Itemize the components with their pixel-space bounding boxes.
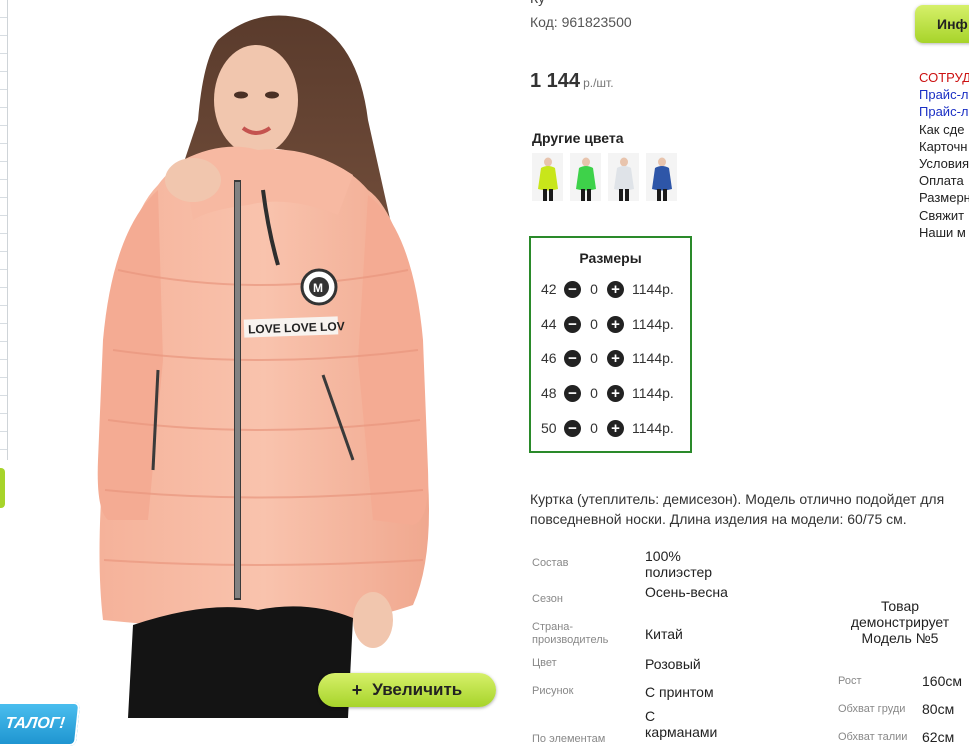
product-photo[interactable]: LOVE LOVE LOV M + Увеличить <box>8 0 500 718</box>
model-title: Товар демонстрирует Модель №5 <box>850 598 950 646</box>
right-link-item[interactable]: Как сде <box>919 121 969 138</box>
size-price: 1144р. <box>632 420 674 436</box>
model-param-value: 62см <box>922 729 955 745</box>
sizes-title: Размеры <box>579 250 642 266</box>
jacket-thumbnail-icon <box>537 157 558 201</box>
info-button[interactable]: Инф <box>915 5 969 43</box>
size-price: 1144р. <box>632 316 674 332</box>
color-swatch-lime-jacket[interactable] <box>532 153 563 201</box>
jacket-thumbnail-icon <box>613 157 634 201</box>
right-link-item[interactable]: СОТРУД <box>919 69 969 86</box>
size-quantity: 0 <box>590 420 598 436</box>
catalog-badge[interactable]: ТАЛОГ! <box>0 702 81 746</box>
sizes-panel: Размеры 42 − 0 + 1144р. 44 − 0 + 1144р. … <box>529 236 692 453</box>
property-label: Рисунок <box>532 685 574 697</box>
left-panel-edge <box>0 0 8 460</box>
plus-circle-icon[interactable]: + <box>607 280 624 298</box>
property-value: Осень-весна <box>645 584 728 600</box>
size-row: 46 − 0 + 1144р. <box>541 348 674 368</box>
plus-circle-icon[interactable]: + <box>607 384 624 402</box>
minus-circle-icon[interactable]: − <box>564 384 581 402</box>
model-param-value: 80см <box>922 701 955 717</box>
plus-circle-icon[interactable]: + <box>607 419 624 437</box>
size-number: 46 <box>541 350 557 366</box>
size-price: 1144р. <box>632 350 674 366</box>
right-link-item[interactable]: Наши м <box>919 224 969 241</box>
property-label: Сезон <box>532 593 563 605</box>
color-swatches <box>532 153 677 201</box>
model-param-value: 160см <box>922 673 962 689</box>
property-label: Состав <box>532 557 569 569</box>
size-quantity: 0 <box>590 316 598 332</box>
size-row: 50 − 0 + 1144р. <box>541 418 674 438</box>
property-value: Розовый <box>645 656 701 672</box>
model-param-label: Рост <box>838 675 862 687</box>
jacket-thumbnail-icon <box>651 157 672 201</box>
zoom-button[interactable]: + Увеличить <box>318 673 496 707</box>
color-swatch-white-jacket[interactable] <box>608 153 639 201</box>
size-number: 48 <box>541 385 557 401</box>
plus-circle-icon[interactable]: + <box>607 349 624 367</box>
right-link-item[interactable]: Карточн <box>919 138 969 155</box>
product-photo-illustration: LOVE LOVE LOV M <box>97 15 429 718</box>
model-param-label: Обхват груди <box>838 703 906 715</box>
left-side-tab[interactable] <box>0 468 5 508</box>
property-label: Страна-производитель <box>532 621 609 646</box>
plus-icon: + <box>351 679 363 700</box>
price-unit: р./шт. <box>583 76 614 90</box>
size-row: 42 − 0 + 1144р. <box>541 279 674 299</box>
minus-circle-icon[interactable]: − <box>564 315 581 333</box>
property-label: По элементам <box>532 733 606 745</box>
property-value: 100% полиэстер <box>645 548 713 580</box>
right-link-item[interactable]: Размерн <box>919 189 969 206</box>
color-swatch-green-jacket[interactable] <box>570 153 601 201</box>
minus-circle-icon[interactable]: − <box>564 419 581 437</box>
svg-text:M: M <box>313 281 323 295</box>
zoom-button-label: Увеличить <box>372 680 463 699</box>
size-price: 1144р. <box>632 385 674 401</box>
right-link-item[interactable]: Прайс-л <box>919 86 969 103</box>
color-swatch-blue-jacket[interactable] <box>646 153 677 201</box>
size-number: 42 <box>541 281 557 297</box>
product-title-fragment: Ку <box>530 0 545 6</box>
property-value: С карманами <box>645 708 718 740</box>
product-description: Куртка (утеплитель: демисезон). Модель о… <box>530 491 945 527</box>
jacket-thumbnail-icon <box>575 157 596 201</box>
right-link-item[interactable]: Прайс-л <box>919 103 969 120</box>
property-value: Китай <box>645 626 683 642</box>
right-link-item[interactable]: Условия <box>919 155 969 172</box>
size-row: 44 − 0 + 1144р. <box>541 314 674 334</box>
price-value: 1 144 <box>530 70 581 92</box>
right-links-list: СОТРУД Прайс-л Прайс-л Как сде Карточн Услови… <box>919 69 969 241</box>
plus-circle-icon[interactable]: + <box>607 315 624 333</box>
other-colors-title: Другие цвета <box>532 130 624 146</box>
product-price: 1 144 р./шт. <box>530 70 614 93</box>
size-quantity: 0 <box>590 350 598 366</box>
size-quantity: 0 <box>590 385 598 401</box>
minus-circle-icon[interactable]: − <box>564 349 581 367</box>
product-code: Код: 961823500 <box>530 14 632 30</box>
minus-circle-icon[interactable]: − <box>564 280 581 298</box>
size-row: 48 − 0 + 1144р. <box>541 383 674 403</box>
right-link-item[interactable]: Оплата <box>919 172 969 189</box>
property-value: С принтом <box>645 684 714 700</box>
info-button-label: Инф <box>937 16 968 32</box>
size-quantity: 0 <box>590 281 598 297</box>
size-number: 50 <box>541 420 557 436</box>
catalog-badge-label: ТАЛОГ! <box>4 715 66 732</box>
right-link-item[interactable]: Свяжит <box>919 207 969 224</box>
size-price: 1144р. <box>632 281 674 297</box>
property-label: Цвет <box>532 657 557 669</box>
size-number: 44 <box>541 316 557 332</box>
model-param-label: Обхват талии <box>838 731 908 743</box>
